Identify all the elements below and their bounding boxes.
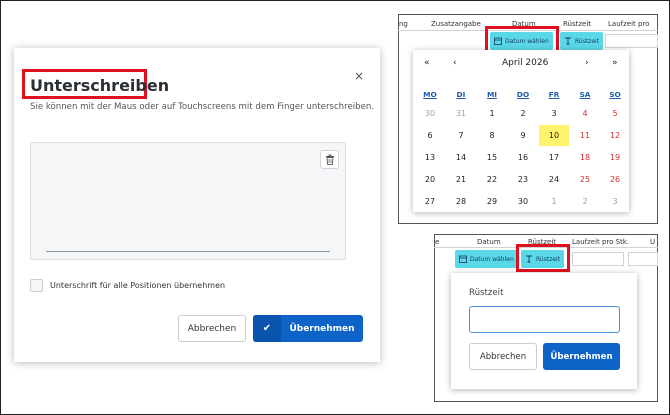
calendar-day[interactable]: 29 [477, 191, 507, 212]
calendar-day[interactable]: 1 [539, 191, 569, 212]
calendar-day[interactable]: 30 [415, 103, 445, 124]
setup-chip-label: Rüstzeit [575, 37, 600, 45]
calendar-day[interactable]: 13 [415, 147, 445, 168]
setup-chip-highlight-box [516, 244, 570, 272]
weekday-label: FR [548, 90, 560, 99]
column-header: e [435, 238, 440, 246]
calendar-day[interactable]: 28 [446, 191, 476, 212]
weekday-label: MO [423, 90, 437, 99]
calendar-day[interactable]: 20 [415, 169, 445, 190]
calendar-day[interactable]: 8 [477, 125, 507, 146]
confirm-label: Übernehmen [289, 323, 355, 334]
column-header: U [650, 238, 656, 246]
column-header: Laufzeit pro [608, 20, 650, 28]
close-icon[interactable]: × [354, 69, 364, 83]
calendar-day[interactable]: 4 [570, 103, 600, 124]
calendar-day[interactable]: 6 [415, 125, 445, 146]
first-nav-icon[interactable]: « [424, 58, 430, 68]
confirm-button[interactable]: ✔ Übernehmen [253, 315, 363, 342]
date-picker-chip[interactable]: Datum wählen [455, 250, 518, 268]
calendar-day[interactable]: 24 [539, 169, 569, 190]
setup-confirm-button[interactable]: Übernehmen [543, 343, 620, 370]
weekday-label: SA [579, 90, 591, 99]
calendar-day[interactable]: 27 [415, 191, 445, 212]
calendar-day[interactable]: 15 [477, 147, 507, 168]
calendar-day[interactable]: 23 [508, 169, 538, 190]
date-chip-label: Datum wählen [470, 255, 514, 263]
calendar-day[interactable]: 11 [570, 125, 600, 146]
dialog-subtitle: Sie können mit der Maus oder auf Touchsc… [30, 102, 375, 112]
column-header: ng [399, 20, 408, 28]
dialog-title: Unterschreiben [30, 76, 170, 95]
calendar-day[interactable]: 21 [446, 169, 476, 190]
setup-time-input[interactable] [469, 306, 620, 333]
calendar-day[interactable]: 25 [570, 169, 600, 190]
calendar-day[interactable]: 10 [539, 125, 569, 146]
calendar-day[interactable]: 26 [600, 169, 630, 190]
calendar-day[interactable]: 2 [570, 191, 600, 212]
calendar-day[interactable]: 1 [477, 103, 507, 124]
setup-time-label: Rüstzeit [469, 288, 504, 298]
apply-all-label: Unterschrift für alle Positionen überneh… [50, 281, 226, 290]
calendar-day[interactable]: 5 [600, 103, 630, 124]
trash-icon [325, 154, 334, 165]
check-icon: ✔ [253, 315, 281, 342]
month-label: April 2026 [502, 58, 549, 68]
calendar-icon [459, 255, 467, 263]
calendar-day[interactable]: 3 [539, 103, 569, 124]
column-header: Zusatzangabe [431, 20, 481, 28]
calendar-day[interactable]: 3 [600, 191, 630, 212]
next-nav-icon[interactable]: › [585, 58, 589, 68]
weekday-label: MI [486, 90, 498, 99]
clear-signature-button[interactable] [320, 150, 339, 169]
signature-baseline [46, 251, 330, 252]
calendar-day[interactable]: 2 [508, 103, 538, 124]
calendar-day[interactable]: 18 [570, 147, 600, 168]
calendar-day[interactable]: 17 [539, 147, 569, 168]
weekday-label: DI [456, 90, 466, 99]
calendar-day[interactable]: 7 [446, 125, 476, 146]
calendar-day[interactable]: 14 [446, 147, 476, 168]
last-nav-icon[interactable]: » [612, 58, 618, 68]
calendar-day[interactable]: 16 [508, 147, 538, 168]
calendar-day[interactable]: 31 [446, 103, 476, 124]
calendar-day[interactable]: 19 [600, 147, 630, 168]
tool-icon [565, 37, 571, 45]
cancel-button[interactable]: Abbrechen [178, 315, 246, 342]
setup-time-chip[interactable]: Rüstzeit [560, 32, 604, 50]
prev-nav-icon[interactable]: ‹ [453, 58, 457, 68]
calendar-day[interactable]: 30 [508, 191, 538, 212]
setup-cancel-button[interactable]: Abbrechen [469, 343, 537, 370]
column-header: Laufzeit pro Stk. [572, 238, 630, 246]
table-cell [572, 252, 624, 266]
column-header: Rüstzeit [563, 20, 592, 28]
signature-pad[interactable] [30, 142, 346, 260]
table-cell [628, 252, 658, 266]
calendar-day[interactable]: 9 [508, 125, 538, 146]
calendar-day[interactable]: 12 [600, 125, 630, 146]
apply-all-checkbox[interactable] [30, 279, 43, 292]
table-cell [605, 34, 658, 48]
weekday-label: DO [516, 90, 530, 99]
column-header: Datum [477, 238, 501, 246]
calendar-day[interactable]: 22 [477, 169, 507, 190]
weekday-label: SO [609, 90, 621, 99]
